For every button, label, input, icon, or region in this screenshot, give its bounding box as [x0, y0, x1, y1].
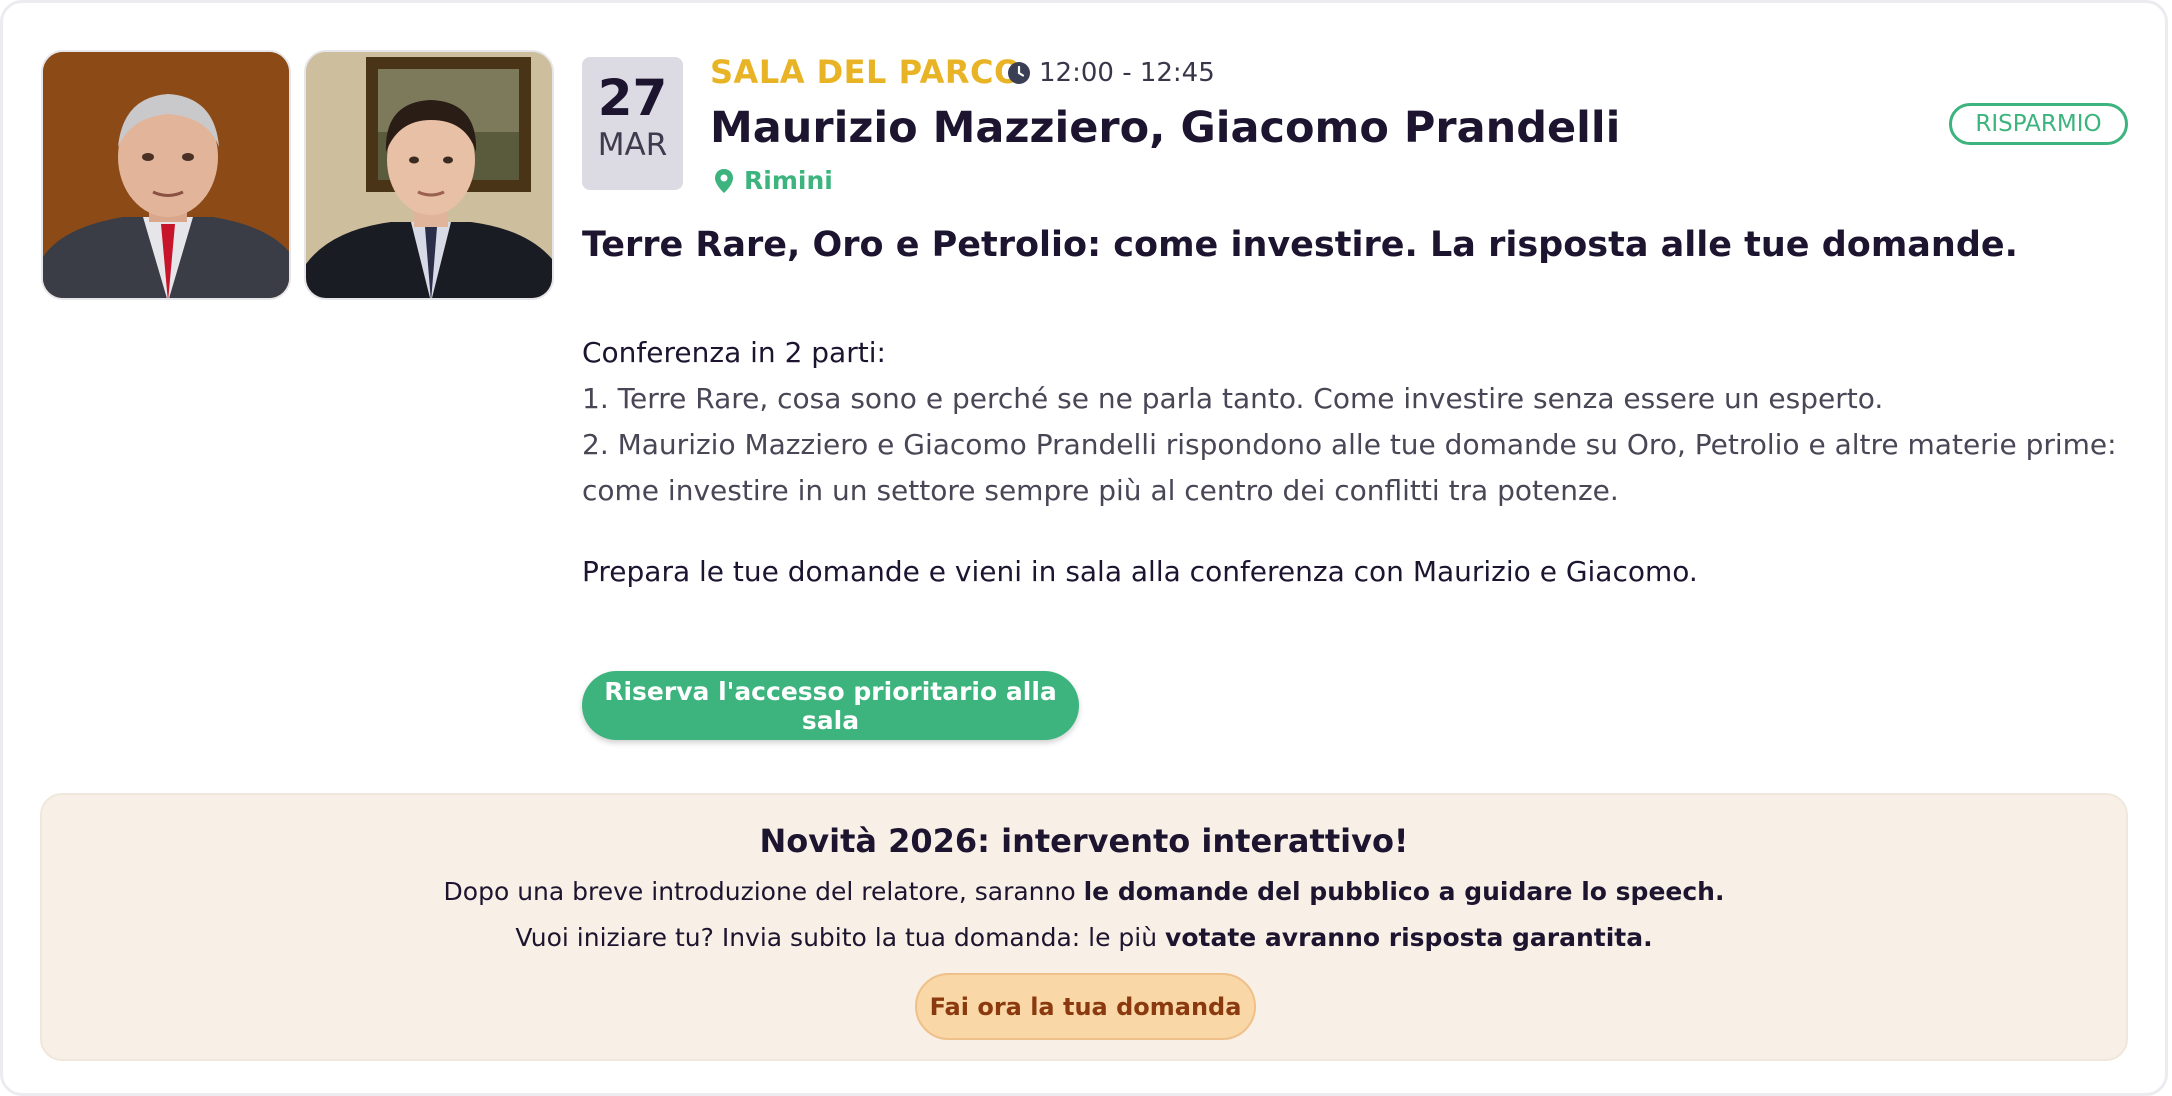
description-intro: Conferenza in 2 parti: [582, 336, 886, 369]
clock-icon [1008, 62, 1030, 84]
reserve-access-button[interactable]: Riserva l'accesso prioritario alla sala [582, 671, 1079, 740]
speaker-names: Maurizio Mazziero, Giacomo Prandelli [710, 103, 1621, 153]
date-day: 27 [597, 69, 668, 127]
description-line: 1. Terre Rare, cosa sono e perché se ne … [582, 382, 1884, 415]
novita-line-2-bold: votate avranno risposta garantita. [1165, 923, 1653, 952]
speaker-photo-mazziero [41, 50, 291, 300]
novita-line-1-bold: le domande del pubblico a guidare lo spe… [1083, 877, 1725, 906]
date-month: MAR [597, 127, 668, 163]
event-title: Terre Rare, Oro e Petrolio: come investi… [582, 225, 2018, 265]
ask-question-button[interactable]: Fai ora la tua domanda [915, 973, 1256, 1040]
event-time: 12:00 - 12:45 [1007, 58, 1215, 88]
novita-line-2-text: Vuoi iniziare tu? Invia subito la tua do… [515, 923, 1166, 952]
novita-line-2: Vuoi iniziare tu? Invia subito la tua do… [42, 923, 2126, 952]
category-tag: RISPARMIO [1949, 103, 2128, 145]
event-date: 27 MAR [582, 57, 683, 190]
speaker-portrait-2 [306, 52, 552, 298]
event-card: 27 MAR SALA DEL PARCO 12:00 - 12:45 Maur… [0, 0, 2168, 1096]
speaker-photo-prandelli [304, 50, 554, 300]
novita-title: Novità 2026: intervento interattivo! [759, 822, 1409, 860]
novita-line-1: Dopo una breve introduzione del relatore… [42, 877, 2126, 906]
map-pin-icon [715, 168, 733, 193]
location-name: Rimini [744, 166, 833, 195]
time-range: 12:00 - 12:45 [1039, 58, 1215, 88]
event-location: Rimini [714, 166, 833, 195]
speaker-portrait-1 [43, 52, 289, 298]
description-line: 2. Maurizio Mazziero e Giacomo Prandelli… [582, 428, 2117, 461]
description-closing: Prepara le tue domande e vieni in sala a… [582, 555, 1698, 588]
description-line: come investire in un settore sempre più … [582, 474, 1619, 507]
room-name: SALA DEL PARCO [710, 53, 1022, 91]
novita-line-1-text: Dopo una breve introduzione del relatore… [443, 877, 1084, 906]
novita-panel: Novità 2026: intervento interattivo! Dop… [40, 793, 2128, 1061]
